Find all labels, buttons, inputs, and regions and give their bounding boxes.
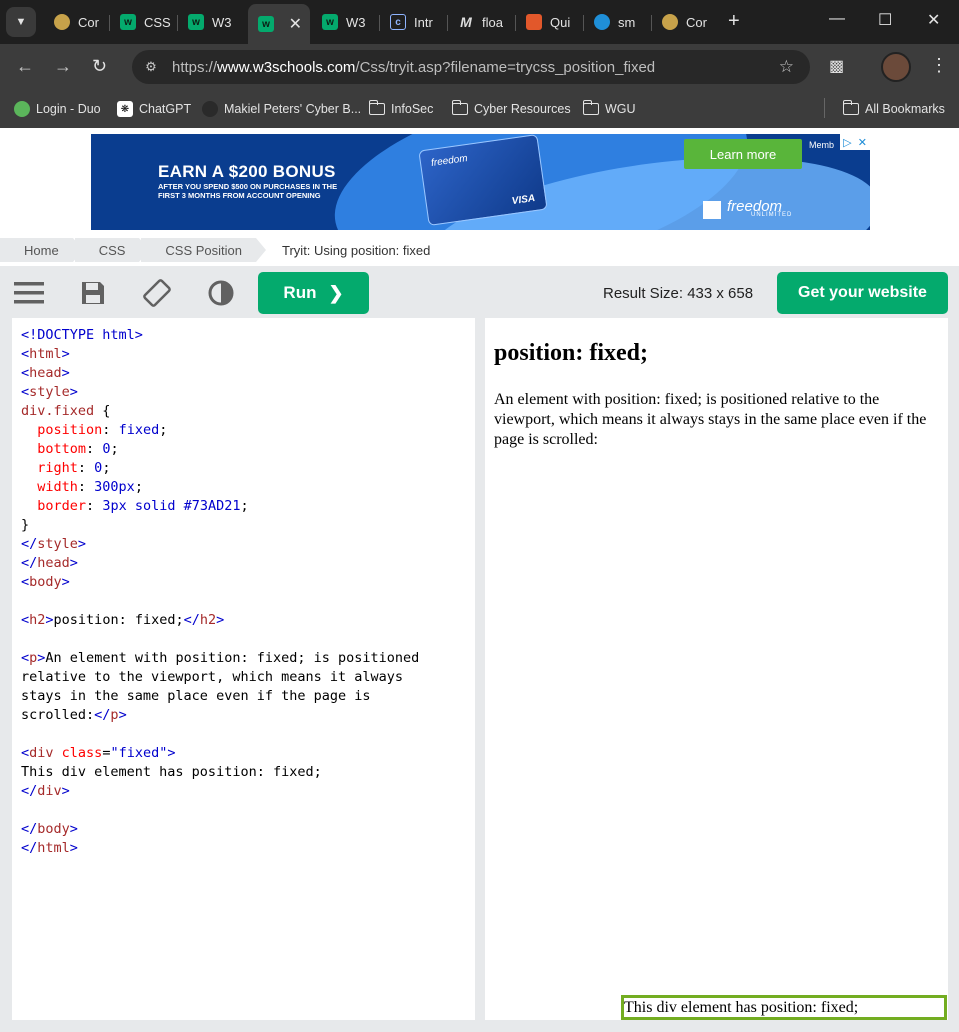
fox-icon (526, 14, 542, 30)
browser-tab[interactable]: Cor (652, 6, 720, 38)
advertisement-banner[interactable]: EARN A $200 BONUS AFTER YOU SPEND $500 O… (91, 134, 870, 230)
site-icon (202, 101, 218, 117)
doc-icon: c (390, 14, 406, 30)
folder-icon (842, 100, 859, 115)
browser-tab[interactable]: sm (584, 6, 652, 38)
w3schools-icon: w (258, 16, 274, 32)
folder-icon (582, 100, 599, 115)
save-icon[interactable] (78, 278, 108, 308)
bookmark-item[interactable]: ❋ ChatGPT (117, 100, 191, 118)
chevron-right-icon: ❯ (328, 282, 344, 303)
ad-headline: EARN A $200 BONUS (158, 162, 336, 181)
cloud-icon (594, 14, 610, 30)
bookmark-folder[interactable]: WGU (582, 100, 636, 118)
ad-member-text: Memb (809, 140, 835, 150)
result-heading: position: fixed; (494, 340, 649, 366)
fixed-position-div: This div element has position: fixed; (621, 995, 947, 1020)
chatgpt-icon: ❋ (117, 101, 133, 117)
breadcrumb-home[interactable]: Home (0, 238, 83, 262)
run-button[interactable]: Run ❯ (258, 272, 369, 314)
folder-icon (368, 100, 385, 115)
extensions-icon[interactable]: ▩ (829, 56, 844, 76)
ad-learn-more-button[interactable]: Learn more (684, 139, 802, 169)
browser-tab[interactable]: Cor (44, 6, 110, 38)
back-arrow-icon[interactable]: ← (16, 56, 34, 77)
chevron-down-icon: ▼ (15, 16, 27, 28)
contrast-toggle-icon[interactable] (206, 278, 236, 308)
bookmarks-divider (824, 98, 825, 118)
bookmark-folder[interactable]: Cyber Resources (451, 100, 571, 118)
maximize-icon[interactable]: ☐ (878, 10, 892, 30)
bookmark-item[interactable]: Login - Duo (14, 100, 101, 118)
result-size-text: Result Size: 433 x 658 (603, 285, 754, 302)
bookmark-folder[interactable]: InfoSec (368, 100, 433, 118)
browser-tab[interactable]: Qui (516, 6, 584, 38)
profile-avatar[interactable] (881, 52, 911, 82)
bookmarks-bar: Login - Duo ❋ ChatGPT Makiel Peters' Cybe… (0, 90, 959, 128)
close-icon[interactable]: ✕ (289, 14, 302, 34)
result-paragraph: An element with position: fixed; is posi… (494, 391, 927, 448)
browser-toolbar: ← → ↻ ⚙ https://www.w3schools.com/Css/tr… (0, 44, 959, 90)
browser-tab-active[interactable]: w ✕ (248, 4, 310, 44)
folder-icon (451, 100, 468, 115)
tryit-toolbar: Run ❯ Result Size: 433 x 658 Get your we… (0, 266, 959, 318)
menu-hamburger-icon[interactable] (14, 278, 44, 308)
coin-icon (54, 14, 70, 30)
reload-icon[interactable]: ↻ (92, 56, 107, 77)
window-close-icon[interactable]: ✕ (927, 10, 940, 30)
breadcrumb-current: Tryit: Using position: fixed (282, 242, 431, 258)
chase-logo-icon (703, 201, 721, 219)
page-content: EARN A $200 BONUS AFTER YOU SPEND $500 O… (0, 128, 959, 1032)
duo-icon (14, 101, 30, 117)
freedom-logo: freedom UNLIMITED (727, 198, 793, 218)
minimize-icon[interactable]: — (829, 10, 845, 28)
breadcrumb: Home CSS CSS Position Tryit: Using posit… (0, 238, 446, 262)
browser-tab[interactable]: c Intr (380, 6, 448, 38)
site-settings-icon[interactable]: ⚙ (142, 58, 160, 76)
w3schools-icon: w (322, 14, 338, 30)
menu-kebab-icon[interactable]: ⋮ (930, 55, 948, 76)
ad-subtext: AFTER YOU SPEND $500 ON PURCHASES IN THE… (158, 182, 338, 200)
breadcrumb-css[interactable]: CSS (74, 238, 150, 262)
all-bookmarks[interactable]: All Bookmarks (842, 100, 945, 118)
w3schools-icon: w (120, 14, 136, 30)
url-text: https://www.w3schools.com/Css/tryit.asp?… (172, 58, 656, 76)
rotate-orientation-icon[interactable] (142, 278, 172, 308)
browser-tab[interactable]: w W3 (178, 6, 246, 38)
browser-tab[interactable]: w CSS (110, 6, 178, 38)
address-bar[interactable]: ⚙ https://www.w3schools.com/Css/tryit.as… (132, 50, 810, 84)
bookmark-star-icon[interactable]: ☆ (779, 57, 794, 77)
browser-tab-bar: ▼ Cor w CSS w W3 w ✕ w W3 c Intr M floa … (0, 0, 959, 44)
w3schools-icon: w (188, 14, 204, 30)
result-frame[interactable]: position: fixed; An element with positio… (485, 318, 948, 1020)
adchoices-icon[interactable]: ▷ ✕ (840, 134, 870, 150)
bookmark-item[interactable]: Makiel Peters' Cyber B... (202, 100, 361, 118)
breadcrumb-css-position[interactable]: CSS Position (141, 238, 266, 262)
code-editor[interactable]: <!DOCTYPE html> <html> <head> <style> div.fi… (12, 318, 475, 1020)
coin-icon (662, 14, 678, 30)
browser-tab[interactable]: M floa (448, 6, 516, 38)
tryit-workspace: <!DOCTYPE html> <html> <head> <style> div.fi… (0, 318, 959, 1032)
browser-tab[interactable]: w W3 (312, 6, 380, 38)
get-your-website-button[interactable]: Get your website (777, 272, 948, 314)
forward-arrow-icon[interactable]: → (54, 56, 72, 77)
m-icon: M (460, 14, 472, 30)
new-tab-icon[interactable]: + (728, 10, 740, 33)
tab-search-button[interactable]: ▼ (6, 7, 36, 37)
